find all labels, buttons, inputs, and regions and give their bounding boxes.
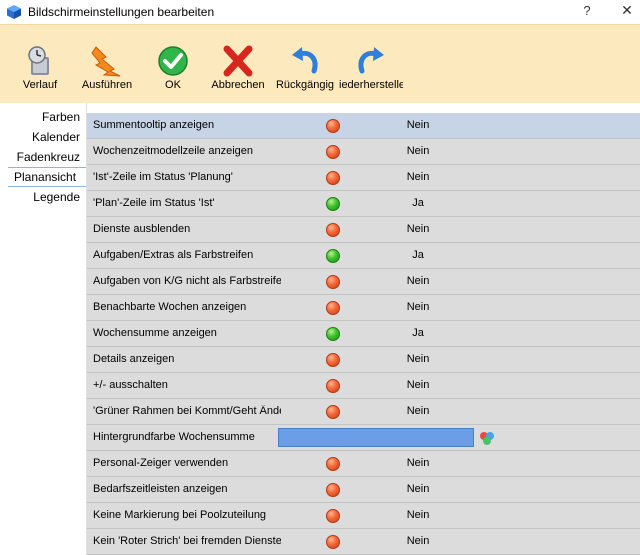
sidebar: Farben Kalender Fadenkreuz Planansicht L… [0, 103, 87, 555]
setting-row[interactable]: Details anzeigen Nein [87, 347, 640, 373]
setting-name: Summentooltip anzeigen [93, 119, 215, 131]
setting-value: Nein [406, 379, 430, 391]
undo-arrow-icon [292, 47, 318, 74]
setting-name: Wochensumme anzeigen [93, 327, 217, 339]
setting-name: 'Grüner Rahmen bei Kommt/Geht Änderung' [93, 405, 281, 417]
cancel-x-icon [223, 45, 253, 77]
status-no-icon[interactable] [326, 171, 340, 185]
help-button[interactable]: ? [580, 3, 594, 18]
ausfuehren-label: Ausführen [81, 79, 133, 91]
setting-value: Nein [406, 535, 430, 547]
setting-value: Nein [406, 301, 430, 313]
setting-name: Aufgaben von K/G nicht als Farbstreifen [93, 275, 281, 287]
setting-row[interactable]: Aufgaben/Extras als Farbstreifen Ja [87, 243, 640, 269]
ok-check-icon [158, 46, 188, 76]
ok-label: OK [165, 79, 181, 91]
execute-lightning-icon [91, 46, 121, 77]
status-no-icon[interactable] [326, 223, 340, 237]
setting-value: Nein [406, 483, 430, 495]
setting-value: Nein [406, 457, 430, 469]
setting-name: Dienste ausblenden [93, 223, 191, 235]
setting-name: Kein 'Roter Strich' bei fremden Diensten [93, 535, 281, 547]
setting-name: Keine Markierung bei Poolzuteilung [93, 509, 267, 521]
setting-name: Personal-Zeiger verwenden [93, 457, 229, 469]
history-icon [28, 46, 49, 75]
sidebar-item-fadenkreuz[interactable]: Fadenkreuz [17, 150, 80, 164]
setting-name: 'Ist'-Zeile im Status 'Planung' [93, 171, 233, 183]
setting-row[interactable]: Wochenzeitmodellzeile anzeigen Nein [87, 139, 640, 165]
toolbar: Verlauf Ausführen OK Abbrechen Rückgängi… [0, 24, 640, 103]
status-no-icon[interactable] [326, 353, 340, 367]
setting-name: Details anzeigen [93, 353, 175, 365]
setting-row[interactable]: Bedarfszeitleisten anzeigen Nein [87, 477, 640, 503]
setting-row[interactable]: Hintergrundfarbe Wochensumme [87, 425, 640, 451]
setting-name: Benachbarte Wochen anzeigen [93, 301, 247, 313]
status-no-icon[interactable] [326, 535, 340, 549]
status-no-icon[interactable] [326, 457, 340, 471]
setting-row[interactable]: +/- ausschalten Nein [87, 373, 640, 399]
setting-name: +/- ausschalten [93, 379, 168, 391]
status-yes-icon[interactable] [326, 197, 340, 211]
color-palette-icon[interactable] [479, 430, 495, 446]
sidebar-item-legende[interactable]: Legende [33, 190, 80, 204]
ausfuehren-button[interactable]: Ausführen [78, 45, 136, 97]
status-no-icon[interactable] [326, 145, 340, 159]
setting-row[interactable]: 'Ist'-Zeile im Status 'Planung' Nein [87, 165, 640, 191]
sidebar-item-kalender[interactable]: Kalender [32, 130, 80, 144]
ok-button[interactable]: OK [151, 45, 195, 97]
status-no-icon[interactable] [326, 379, 340, 393]
setting-name: Aufgaben/Extras als Farbstreifen [93, 249, 254, 261]
setting-row[interactable]: 'Plan'-Zeile im Status 'Ist' Ja [87, 191, 640, 217]
setting-value: Nein [406, 119, 430, 131]
abbrechen-label: Abbrechen [211, 79, 265, 91]
verlauf-label: Verlauf [22, 79, 58, 91]
status-no-icon[interactable] [326, 275, 340, 289]
status-yes-icon[interactable] [326, 327, 340, 341]
redo-label: iederherstelle [339, 79, 403, 91]
setting-value: Nein [406, 275, 430, 287]
setting-value: Ja [412, 249, 424, 261]
setting-value: Ja [412, 327, 424, 339]
abbrechen-button[interactable]: Abbrechen [208, 45, 268, 97]
setting-row[interactable]: Dienste ausblenden Nein [87, 217, 640, 243]
status-no-icon[interactable] [326, 119, 340, 133]
background-color-field[interactable] [278, 428, 474, 447]
undo-button[interactable]: Rückgängig [274, 45, 336, 97]
status-yes-icon[interactable] [326, 249, 340, 263]
setting-row[interactable]: Keine Markierung bei Poolzuteilung Nein [87, 503, 640, 529]
setting-row[interactable]: Summentooltip anzeigen Nein [87, 113, 640, 139]
setting-value: Ja [412, 197, 424, 209]
setting-value: Nein [406, 223, 430, 235]
verlauf-button[interactable]: Verlauf [16, 45, 64, 97]
setting-value: Nein [406, 353, 430, 365]
setting-row[interactable]: Benachbarte Wochen anzeigen Nein [87, 295, 640, 321]
setting-value: Nein [406, 509, 430, 521]
undo-label: Rückgängig [275, 79, 335, 91]
redo-arrow-icon [358, 47, 384, 74]
status-no-icon[interactable] [326, 301, 340, 315]
sidebar-item-planansicht[interactable]: Planansicht [8, 167, 86, 187]
setting-name: Hintergrundfarbe Wochensumme [93, 431, 255, 443]
app-cube-icon [7, 5, 21, 19]
setting-row[interactable]: Kein 'Roter Strich' bei fremden Diensten… [87, 529, 640, 555]
settings-grid: Summentooltip anzeigen Nein Wochenzeitmo… [87, 113, 640, 555]
setting-name: Wochenzeitmodellzeile anzeigen [93, 145, 254, 157]
setting-row[interactable]: 'Grüner Rahmen bei Kommt/Geht Änderung' … [87, 399, 640, 425]
title-bar: Bildschirmeinstellungen bearbeiten ? ✕ [0, 0, 640, 24]
status-no-icon[interactable] [326, 405, 340, 419]
setting-value: Nein [406, 145, 430, 157]
setting-name: Bedarfszeitleisten anzeigen [93, 483, 228, 495]
sidebar-item-farben[interactable]: Farben [42, 110, 80, 124]
setting-row[interactable]: Wochensumme anzeigen Ja [87, 321, 640, 347]
redo-button[interactable]: iederherstelle [339, 45, 403, 97]
status-no-icon[interactable] [326, 483, 340, 497]
window-title: Bildschirmeinstellungen bearbeiten [28, 5, 215, 19]
setting-value: Nein [406, 171, 430, 183]
status-no-icon[interactable] [326, 509, 340, 523]
close-button[interactable]: ✕ [618, 2, 636, 19]
setting-value: Nein [406, 405, 430, 417]
setting-row[interactable]: Aufgaben von K/G nicht als Farbstreifen … [87, 269, 640, 295]
setting-name: 'Plan'-Zeile im Status 'Ist' [93, 197, 215, 209]
setting-row[interactable]: Personal-Zeiger verwenden Nein [87, 451, 640, 477]
